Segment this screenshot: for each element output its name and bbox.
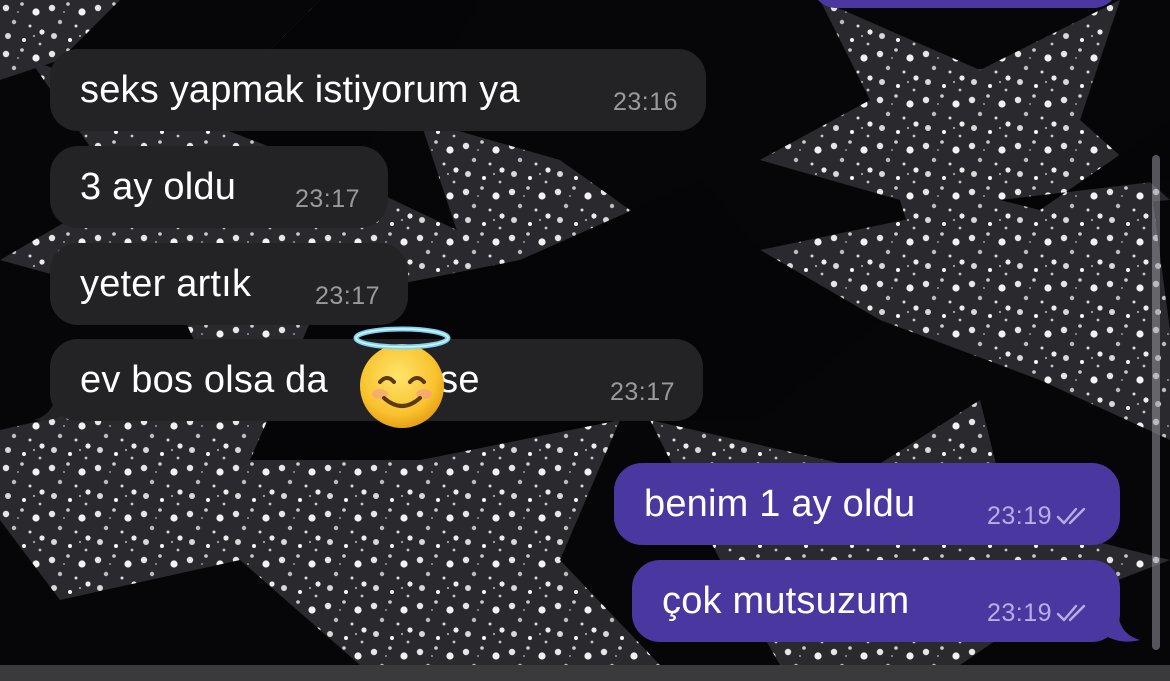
- message-text: 3 ay oldu: [80, 165, 237, 208]
- read-double-check-icon: [1056, 604, 1086, 622]
- smiling-face-with-halo-icon: [353, 326, 451, 428]
- message-text: çok mutsuzum: [662, 579, 910, 622]
- message-timestamp: 23:19: [987, 502, 1092, 531]
- read-double-check-icon: [1056, 507, 1086, 525]
- previous-message-bubble[interactable]: [812, 0, 1118, 8]
- scrollbar[interactable]: [1152, 155, 1160, 650]
- incoming-message-bubble[interactable]: 3 ay oldu 23:17: [50, 146, 388, 228]
- incoming-message-bubble[interactable]: yeter artık 23:17: [50, 243, 408, 325]
- input-bar-edge: [0, 665, 1170, 681]
- message-timestamp: 23:17: [294, 185, 360, 213]
- outgoing-message-bubble[interactable]: benim 1 ay oldu 23:19: [614, 463, 1120, 545]
- message-text: benim 1 ay oldu: [644, 482, 916, 525]
- incoming-message-bubble[interactable]: seks yapmak istiyorum ya 23:16: [50, 49, 706, 131]
- message-timestamp: 23:17: [314, 282, 380, 310]
- message-timestamp: 23:17: [609, 378, 675, 406]
- message-text: yeter artık: [80, 262, 252, 305]
- outgoing-message-bubble[interactable]: çok mutsuzum 23:19: [632, 560, 1120, 642]
- message-timestamp: 23:16: [612, 88, 678, 116]
- message-timestamp: 23:19: [987, 599, 1092, 628]
- message-text: seks yapmak istiyorum ya: [80, 68, 520, 111]
